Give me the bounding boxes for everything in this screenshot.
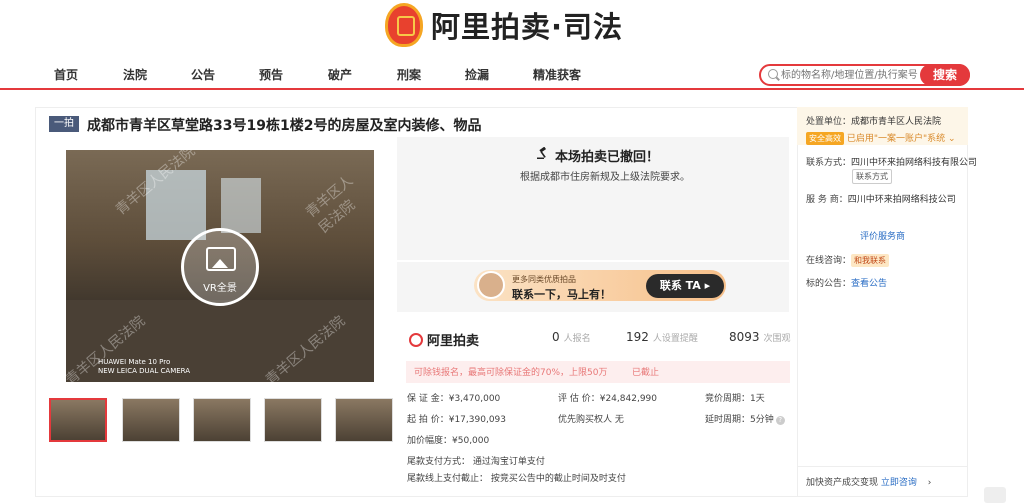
signup-count: 0 人报名 [552, 330, 591, 344]
banner-line-2: 联系一下，马上有！ [512, 288, 611, 301]
chat-button[interactable]: 和我联系 [851, 254, 890, 267]
status-subtitle: 根据成都市住房新规及上级法院要求。 [520, 172, 690, 183]
payment-deadline: 尾款线上支付截止： 按竞买公告中的截止时间及时支付 [407, 474, 626, 484]
nav-item-bargain[interactable]: 捡漏 [465, 66, 489, 83]
nav-item-court[interactable]: 法院 [123, 66, 147, 83]
thumbnail[interactable] [122, 398, 180, 442]
payment-method: 尾款支付方式： 通过淘宝订单支付 [407, 457, 545, 467]
alipaimai-text: 阿里拍卖 [427, 334, 480, 349]
increment: 加价幅度：¥50,000 [407, 436, 490, 446]
window-shape [221, 178, 261, 233]
round-tag: 一拍 [49, 116, 79, 132]
alipaimai-icon [409, 332, 423, 347]
deposit: 保 证 金：¥3,470,000 [407, 394, 501, 404]
vr-tour-button[interactable]: VR全景 [181, 228, 259, 306]
thumbnail[interactable] [193, 398, 251, 442]
search-box: 搜索 [759, 64, 970, 86]
online-row: 在线咨询： 和我联系 [806, 253, 890, 267]
extend-cycle: 延时周期：5分钟? [705, 412, 785, 425]
court-name: 成都市青羊区人民法院 [851, 117, 942, 127]
watermark: 青羊区人民法院 [303, 172, 359, 237]
site-logo[interactable]: 阿里拍卖·司法 [385, 3, 623, 47]
header: 阿里拍卖·司法 [0, 0, 1024, 55]
nav-item-preview[interactable]: 预告 [259, 66, 283, 83]
logo-text: 阿里拍卖·司法 [431, 10, 624, 44]
search-input[interactable] [781, 68, 919, 82]
rate-provider-link[interactable]: 评价服务商 [860, 229, 905, 242]
provider-row: 服 务 商：四川中环来拍网络科技公司 [806, 195, 956, 205]
thumbnail[interactable] [49, 398, 107, 442]
account-system[interactable]: 已启用"一案一账户"系统 ⌄ [847, 134, 956, 144]
contact-button[interactable]: 联系方式 [852, 169, 892, 184]
security-badge: 安全高效 [806, 132, 844, 145]
item-title: 成都市青羊区草堂路33号19栋1楼2号的房屋及室内装修、物品 [87, 118, 482, 134]
avatar[interactable] [984, 487, 1006, 503]
valuation: 评 估 价：¥24,842,990 [558, 394, 657, 404]
nav-item-leads[interactable]: 精准获客 [533, 66, 581, 83]
help-icon[interactable]: ? [775, 416, 785, 425]
gavel-icon [537, 147, 547, 159]
nav-item-criminal[interactable]: 刑案 [397, 66, 421, 83]
search-icon [768, 69, 778, 79]
nav-item-home[interactable]: 首页 [54, 66, 78, 83]
consult-row: 加快资产成交变现 立即咨询 › [806, 478, 932, 488]
notice-text: 可除钱报名，最高可除保证金的70%，上限50万 [414, 368, 608, 378]
court-emblem-icon [385, 3, 423, 47]
nav-item-bankruptcy[interactable]: 破产 [328, 66, 352, 83]
announce-row: 标的公告：查看公告 [806, 279, 888, 289]
avatar [477, 271, 505, 299]
alipaimai-logo: 阿里拍卖 [409, 330, 479, 349]
banner-line-1: 更多同类优质拍品 [512, 275, 576, 284]
camera-line-2: NEW LEICA DUAL CAMERA [98, 367, 191, 375]
view-count: 8093 次围观 [729, 330, 791, 344]
contact-row: 联系方式：四川中环来拍网络科技有限公司 [806, 158, 978, 168]
view-announcement-link[interactable]: 查看公告 [851, 279, 887, 289]
notice-bar: 可除钱报名，最高可除保证金的70%，上限50万 已截止 [406, 361, 790, 383]
notice-end: 已截止 [632, 368, 660, 378]
status-title: 本场拍卖已撤回！ [555, 150, 660, 165]
contact-ta-button[interactable]: 联系 TA ▸ [646, 274, 724, 298]
thumbnail[interactable] [264, 398, 322, 442]
vr-label: VR全景 [203, 283, 237, 294]
nav-item-announcement[interactable]: 公告 [191, 66, 215, 83]
security-row: 安全高效 已启用"一案一账户"系统 ⌄ [806, 131, 956, 145]
thumbnail[interactable] [335, 398, 393, 442]
search-button[interactable]: 搜索 [920, 64, 970, 86]
bid-cycle: 竞价周期：1天 [705, 394, 765, 404]
consult-link[interactable]: 立即咨询 [881, 478, 917, 488]
image-icon [206, 247, 236, 271]
camera-stamp: HUAWEI Mate 10 Pro NEW LEICA DUAL CAMERA [98, 358, 190, 376]
reminder-count: 192 人设置提醒 [626, 330, 698, 344]
start-price: 起 拍 价：¥17,390,093 [407, 415, 506, 425]
camera-line-1: HUAWEI Mate 10 Pro [98, 358, 171, 366]
priority-buyer: 优先购买权人 无 [558, 415, 624, 425]
court-row: 处置单位：成都市青羊区人民法院 [806, 117, 942, 127]
chevron-right-icon: › [927, 478, 932, 488]
